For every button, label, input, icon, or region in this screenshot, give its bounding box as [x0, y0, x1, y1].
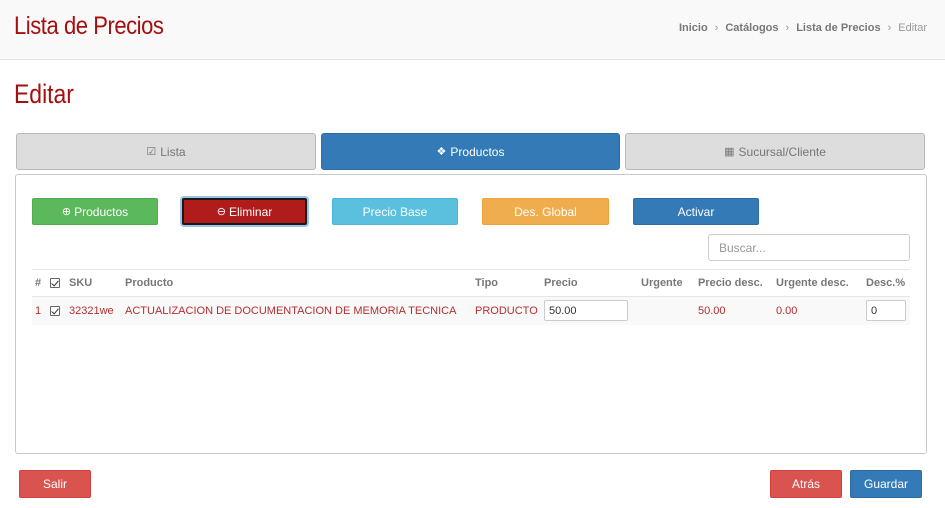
exit-button[interactable]: Salir: [19, 470, 91, 498]
row-price-cell: [541, 296, 638, 325]
chevron-right-icon: ›: [785, 22, 790, 34]
breadcrumb: Inicio › Catálogos › Lista de Precios › …: [679, 22, 927, 34]
table-row: 1 32321we ACTUALIZACION DE DOCUMENTACION…: [32, 296, 910, 325]
top-header: Lista de Precios Inicio › Catálogos › Li…: [0, 0, 945, 60]
add-products-button[interactable]: ⊕ Productos: [32, 198, 158, 225]
tab-sucursal-cliente[interactable]: ▦ Sucursal/Cliente: [625, 133, 925, 170]
minus-circle-icon: ⊖: [216, 206, 226, 218]
row-discount-price: 50.00: [695, 296, 773, 325]
app-title: Lista de Precios: [14, 12, 164, 40]
column-header-precio-desc: Precio desc.: [695, 269, 773, 297]
plus-circle-icon: ⊕: [61, 206, 72, 218]
breadcrumb-item-inicio[interactable]: Inicio: [679, 22, 708, 34]
row-urgent: [638, 296, 695, 325]
column-header-sku: SKU: [66, 269, 122, 297]
column-header-precio: Precio: [541, 269, 638, 297]
column-header-index: #: [32, 269, 66, 297]
table-header-row: # SKU Producto Tipo Precio Urgente Preci…: [32, 269, 910, 297]
tab-label: Lista: [160, 144, 186, 159]
exit-label: Salir: [42, 477, 67, 491]
tab-label: Sucursal/Cliente: [738, 144, 826, 159]
breadcrumb-item-catalogos[interactable]: Catálogos: [725, 22, 778, 34]
chevron-right-icon: ›: [714, 22, 719, 34]
tab-label: Productos: [450, 144, 505, 159]
tab-productos[interactable]: ❖ Productos: [321, 133, 620, 170]
products-table: # SKU Producto Tipo Precio Urgente Preci…: [32, 269, 910, 325]
row-type: PRODUCTO: [472, 296, 541, 325]
column-header-desc-pct: Desc.%: [863, 269, 910, 297]
back-button[interactable]: Atrás: [770, 470, 842, 498]
row-urgent-discount: 0.00: [773, 296, 863, 325]
base-price-button[interactable]: Precio Base: [332, 198, 458, 225]
global-discount-button[interactable]: Des. Global: [482, 198, 609, 225]
building-icon: ▦: [724, 146, 735, 158]
cubes-icon: ❖: [436, 146, 447, 158]
save-button[interactable]: Guardar: [850, 470, 922, 498]
check-square-icon: ☑: [146, 146, 157, 158]
delete-label: Eliminar: [228, 204, 273, 219]
activate-label: Activar: [677, 204, 715, 219]
price-input[interactable]: [544, 300, 628, 322]
column-header-urgente: Urgente: [638, 269, 695, 297]
row-product: ACTUALIZACION DE DOCUMENTACION DE MEMORI…: [122, 296, 472, 325]
breadcrumb-item-editar: Editar: [898, 22, 927, 34]
row-discount-pct-cell: [863, 296, 910, 325]
add-products-label: Productos: [74, 204, 129, 219]
back-label: Atrás: [791, 477, 820, 491]
row-index: 1: [32, 296, 66, 325]
base-price-label: Precio Base: [362, 204, 428, 219]
column-header-urgente-desc: Urgente desc.: [773, 269, 863, 297]
search-input[interactable]: [708, 234, 910, 261]
discount-pct-input[interactable]: [866, 300, 906, 322]
activate-button[interactable]: Activar: [633, 198, 759, 225]
save-label: Guardar: [863, 477, 909, 491]
global-discount-label: Des. Global: [514, 204, 577, 219]
tab-lista[interactable]: ☑ Lista: [16, 133, 316, 170]
breadcrumb-item-lista-de-precios[interactable]: Lista de Precios: [796, 22, 880, 34]
column-header-tipo: Tipo: [472, 269, 541, 297]
column-header-producto: Producto: [122, 269, 472, 297]
chevron-right-icon: ›: [887, 22, 892, 34]
delete-button[interactable]: ⊖ Eliminar: [182, 198, 307, 225]
row-sku: 32321we: [66, 296, 122, 325]
page-title: Editar: [14, 79, 74, 109]
